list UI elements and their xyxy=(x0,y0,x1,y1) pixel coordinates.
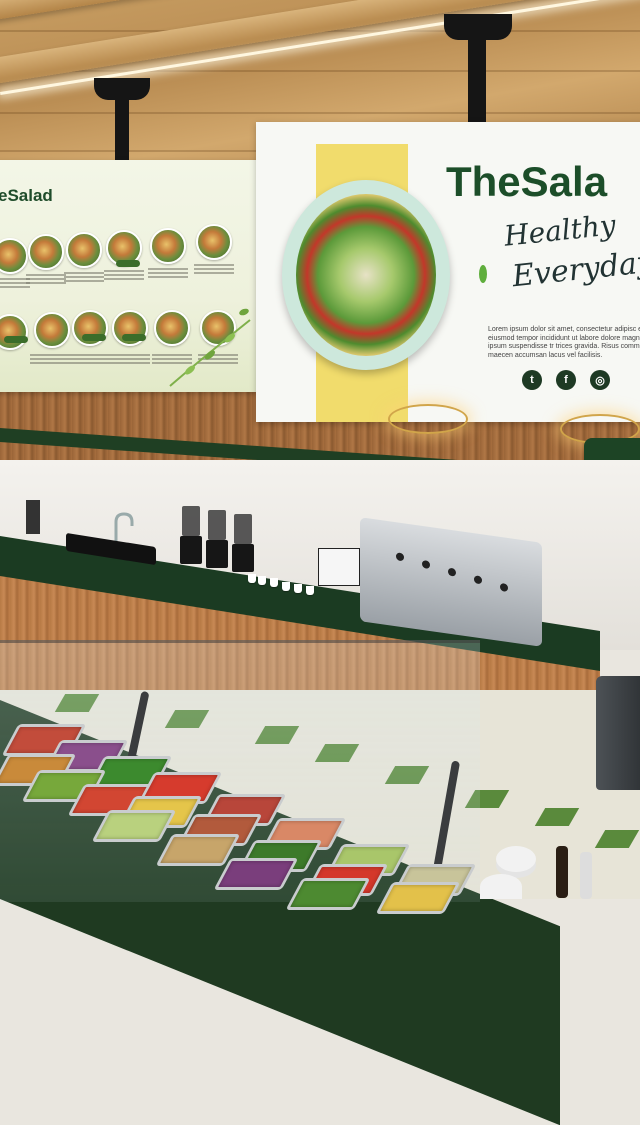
dish-image xyxy=(196,224,232,260)
dish-image xyxy=(0,238,28,274)
knife-block xyxy=(26,500,40,534)
dish-image xyxy=(0,314,28,350)
label-tag xyxy=(4,336,28,343)
facebook-icon: f xyxy=(556,370,576,390)
salt-grinder xyxy=(580,852,592,899)
dish-caption xyxy=(26,272,66,288)
body-text: Lorem ipsum dolor sit amet, consectetur … xyxy=(488,326,640,359)
pendant-lamp xyxy=(388,404,468,434)
dish-caption xyxy=(110,352,150,368)
dish-caption xyxy=(30,352,70,368)
instagram-icon: ◎ xyxy=(590,370,610,390)
blender xyxy=(206,510,228,568)
leaf-icon xyxy=(479,265,487,283)
tagline-everyday: Everyday xyxy=(510,244,640,295)
cup xyxy=(270,578,278,587)
bowl-stack xyxy=(480,874,522,899)
cup xyxy=(306,586,314,595)
dish-caption xyxy=(70,352,110,368)
dish-image xyxy=(150,228,186,264)
blender xyxy=(180,506,202,564)
dish-image xyxy=(28,234,64,270)
menu-board: eSalad xyxy=(0,160,258,392)
leaf-decoration xyxy=(169,308,251,387)
bowl-stack xyxy=(496,846,536,872)
cup xyxy=(248,574,256,583)
cup-dispenser xyxy=(318,548,360,586)
brand-title: TheSala xyxy=(446,158,608,205)
cup xyxy=(294,584,302,593)
blender xyxy=(232,514,254,572)
twitter-icon: t xyxy=(522,370,542,390)
pepper-grinder xyxy=(556,846,568,898)
tagline-healthy: Healthy xyxy=(502,208,618,253)
cup xyxy=(258,576,266,585)
menu-board-title: eSalad xyxy=(0,186,53,205)
dish-caption xyxy=(194,262,234,278)
dish-image xyxy=(66,232,102,268)
cup xyxy=(282,582,290,591)
label-tag xyxy=(116,260,140,267)
salad-image xyxy=(296,194,436,356)
label-tag xyxy=(122,334,146,341)
dish-image xyxy=(34,312,70,348)
dish-caption xyxy=(64,270,104,286)
label-tag xyxy=(82,334,106,341)
dish-caption xyxy=(148,266,188,282)
trash-bin xyxy=(596,676,640,790)
dish-caption xyxy=(104,268,144,284)
brand-sign: TheSala Healthy Everyday Lorem ipsum dol… xyxy=(256,122,640,422)
